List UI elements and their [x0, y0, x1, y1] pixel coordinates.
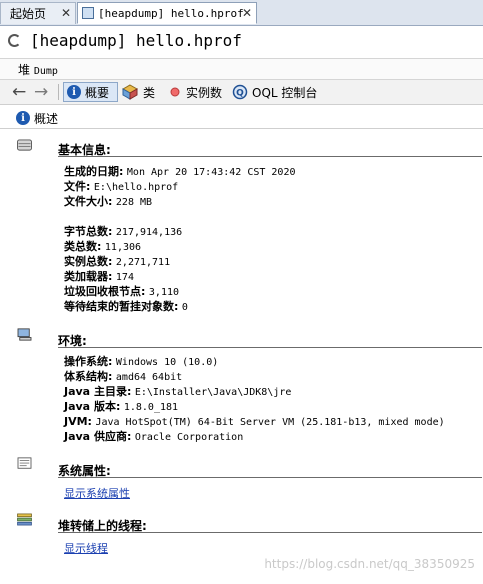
info-value: 1.8.0_181	[123, 402, 179, 413]
info-value: 3,110	[148, 287, 180, 298]
info-row: 文件大小: 228 MB	[64, 194, 152, 210]
info-key: 生成的日期:	[64, 165, 124, 178]
info-row: 字节总数: 217,914,136	[64, 224, 182, 240]
heapdump-tab-icon	[82, 7, 94, 19]
info-value: E:\hello.hprof	[93, 182, 179, 193]
oql-console-button-label: OQL 控制台	[252, 85, 318, 100]
info-key: Java 供应商:	[64, 430, 132, 443]
threads-icon	[17, 513, 32, 526]
env-row: 体系结构: amd64 64bit	[64, 369, 182, 385]
info-value: 217,914,136	[115, 227, 183, 238]
close-icon[interactable]: ✕	[242, 6, 252, 20]
oql-icon: Q	[232, 84, 248, 100]
env-row: 操作系统: Windows 10 (10.0)	[64, 354, 218, 370]
breadcrumb: 堆 Dump	[0, 58, 483, 80]
close-icon[interactable]: ✕	[61, 6, 71, 20]
show-system-properties-link[interactable]: 显示系统属性	[64, 485, 130, 501]
info-value: 0	[181, 302, 188, 313]
section-divider	[58, 477, 482, 478]
summary-button[interactable]: i 概要	[63, 82, 118, 102]
breadcrumb-prefix: 堆	[18, 63, 31, 77]
info-key: 等待结束的暂挂对象数:	[64, 300, 179, 313]
info-row: 文件: E:\hello.hprof	[64, 179, 178, 195]
show-threads-link[interactable]: 显示线程	[64, 540, 108, 556]
monitor-icon	[17, 328, 32, 341]
page-title-text: [heapdump] hello.hprof	[30, 31, 242, 50]
watermark: https://blog.csdn.net/qq_38350925	[264, 557, 475, 571]
info-key: 文件:	[64, 180, 91, 193]
info-value: amd64 64bit	[115, 372, 183, 383]
svg-text:Q: Q	[236, 89, 244, 99]
info-value: 11,306	[104, 242, 142, 253]
arrow-left-icon[interactable]: ←	[12, 83, 26, 101]
classes-icon	[122, 84, 139, 100]
env-row: JVM: Java HotSpot(TM) 64-Bit Server VM (…	[64, 414, 445, 430]
info-row: 类加载器: 174	[64, 269, 134, 285]
loading-icon	[8, 34, 21, 47]
section-divider	[58, 347, 482, 348]
classes-button-label: 类	[143, 85, 156, 100]
info-key: 垃圾回收根节点:	[64, 285, 146, 298]
tab-heapdump-label: [heapdump] hello.hprof	[98, 6, 244, 20]
tab-start-page[interactable]: 起始页 ✕	[0, 2, 76, 24]
breadcrumb-value: Dump	[33, 66, 58, 77]
tab-bar: 起始页 ✕ [heapdump] hello.hprof ✕	[0, 0, 483, 26]
properties-icon	[17, 457, 32, 469]
info-key: JVM:	[64, 415, 92, 428]
info-row: 生成的日期: Mon Apr 20 17:43:42 CST 2020	[64, 164, 295, 180]
info-key: 类总数:	[64, 240, 102, 253]
summary-button-label: 概要	[85, 85, 110, 100]
info-value: 228 MB	[115, 197, 153, 208]
overview-label: 概述	[34, 111, 59, 126]
toolbar-separator	[58, 84, 59, 100]
section-divider	[58, 532, 482, 533]
database-icon	[17, 139, 32, 151]
classes-button[interactable]: 类	[122, 82, 162, 102]
info-row: 实例总数: 2,271,711	[64, 254, 170, 270]
section-divider	[58, 156, 482, 157]
env-row: Java 版本: 1.8.0_181	[64, 399, 178, 415]
info-key: 操作系统:	[64, 355, 113, 368]
info-row: 类总数: 11,306	[64, 239, 141, 255]
info-key: 字节总数:	[64, 225, 113, 238]
info-row: 等待结束的暂挂对象数: 0	[64, 299, 188, 315]
info-value: Mon Apr 20 17:43:42 CST 2020	[126, 167, 296, 178]
info-key: 文件大小:	[64, 195, 113, 208]
info-key: 体系结构:	[64, 370, 113, 383]
info-value: Oracle Corporation	[134, 432, 244, 443]
info-key: Java 主目录:	[64, 385, 132, 398]
arrow-right-icon[interactable]: →	[34, 83, 48, 101]
info-value: E:\Installer\Java\JDK8\jre	[134, 387, 292, 398]
info-value: Java HotSpot(TM) 64-Bit Server VM (25.18…	[95, 417, 445, 428]
instances-button[interactable]: 实例数	[168, 82, 226, 102]
view-toolbar: ← → i 概要 类 实例数 Q OQL 控制台	[0, 80, 483, 105]
summary-content: 基本信息: 生成的日期: Mon Apr 20 17:43:42 CST 202…	[0, 129, 483, 584]
oql-console-button[interactable]: Q OQL 控制台	[232, 82, 322, 102]
breadcrumb-text: 堆 Dump	[18, 61, 58, 78]
tab-start-page-label: 起始页	[10, 7, 47, 21]
info-icon: i	[67, 85, 81, 99]
instances-icon	[170, 87, 180, 97]
instances-button-label: 实例数	[186, 85, 223, 100]
env-row: Java 供应商: Oracle Corporation	[64, 429, 243, 445]
tab-heapdump[interactable]: [heapdump] hello.hprof ✕	[77, 2, 257, 24]
overview-bar: i 概述	[0, 106, 483, 129]
env-row: Java 主目录: E:\Installer\Java\JDK8\jre	[64, 384, 291, 400]
info-key: 实例总数:	[64, 255, 113, 268]
info-value: 2,271,711	[115, 257, 171, 268]
info-key: Java 版本:	[64, 400, 121, 413]
info-row: 垃圾回收根节点: 3,110	[64, 284, 179, 300]
overview-label-group: i 概述	[16, 108, 58, 128]
info-key: 类加载器:	[64, 270, 113, 283]
info-value: 174	[115, 272, 134, 283]
page-title: [heapdump] hello.hprof	[8, 31, 242, 50]
info-value: Windows 10 (10.0)	[115, 357, 219, 368]
info-icon: i	[16, 111, 30, 125]
